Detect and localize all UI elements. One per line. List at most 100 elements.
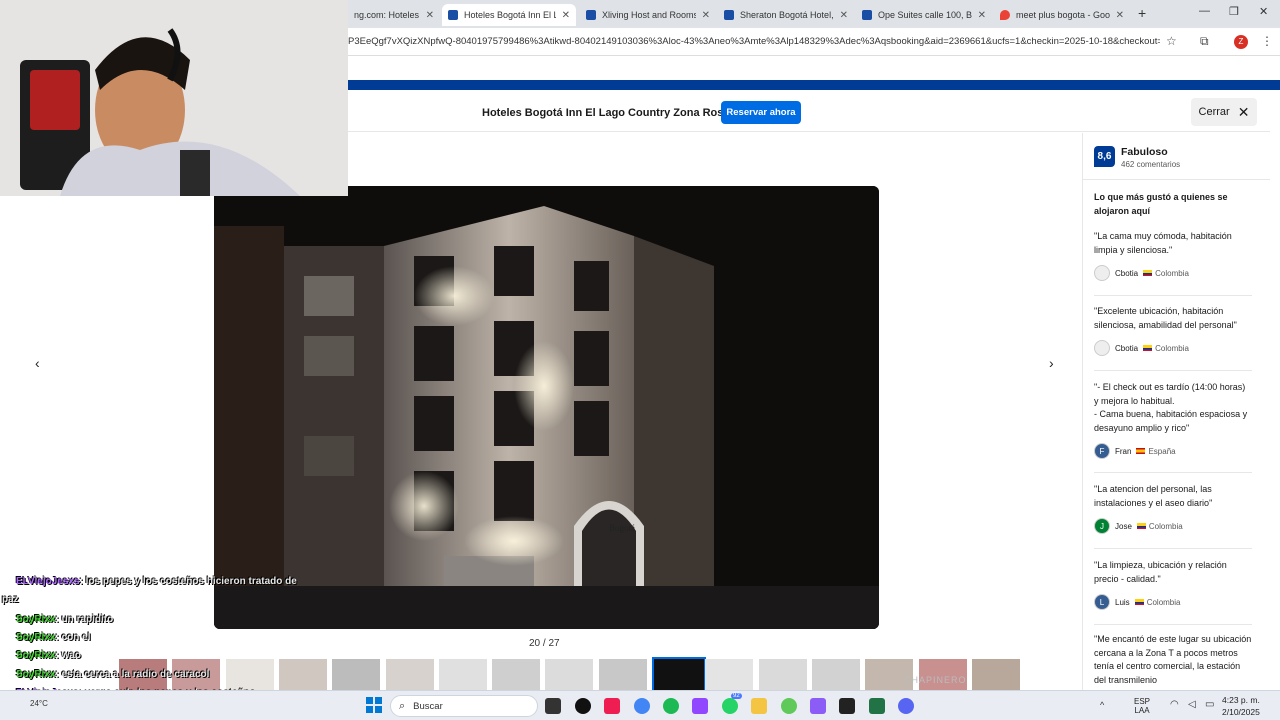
chrome-icon[interactable] [634,698,650,714]
twitch-studio-icon[interactable] [692,698,708,714]
weather-widget[interactable]: 24°C [30,699,48,708]
tab-label: ng.com: Hoteles en [354,10,420,20]
chat-message: SoyRixx: un rapidito [2,614,113,625]
capcut-icon[interactable] [839,698,855,714]
windows-start-icon[interactable] [366,697,384,715]
profile-avatar[interactable]: Z [1234,35,1248,49]
battery-icon[interactable]: ▭ [1205,699,1214,710]
discord-icon[interactable] [898,698,914,714]
reviewer-country: Colombia [1148,521,1183,531]
avatar: L [1094,594,1110,610]
minimize-icon[interactable]: — [1199,5,1210,17]
maps-pin-icon [1000,10,1010,20]
review-item: "Me encantó de este lugar su ubicación c… [1094,633,1252,690]
windows-taskbar: 24°C ⌕ Buscar 92 ^ ESP LAA ◠ ◁ ▭ 4:23 p.… [0,690,1280,720]
close-icon[interactable]: ✕ [702,10,710,21]
review-item: "La cama muy cómoda, habitación limpia y… [1094,230,1252,296]
tab-xliving[interactable]: Xliving Host and Rooms, t ✕ [580,4,716,26]
obs-icon[interactable] [575,698,591,714]
tab-label: Ope Suites calle 100, Bog [878,10,972,20]
clock-time: 4:23 p. m. [1222,695,1260,705]
maximize-icon[interactable]: ❐ [1229,5,1239,18]
reviewer-country: Colombia [1155,268,1189,278]
volume-icon[interactable]: ◁ [1188,699,1196,710]
taskbar-search-input[interactable]: ⌕ Buscar [390,695,538,717]
language-bottom: LAA [1134,706,1150,715]
task-view-icon[interactable] [545,698,561,714]
window-close-icon[interactable]: ✕ [1259,5,1268,18]
close-icon[interactable]: ✕ [426,10,434,21]
url-text[interactable]: P3EeQgf7vXQizXNpfwQ-80401975799486%3Atik… [348,36,1160,47]
chat-text: : wao [55,650,82,661]
divider [1083,179,1270,180]
tab-hoteles-bogota[interactable]: Hoteles Bogotá Inn El Lago ✕ [442,4,576,26]
chat-text: : esta cerca a la radio de caracol [55,669,210,680]
webcam-video-image [0,0,348,196]
reviews-sidebar: 8,6 Fabuloso 462 comentarios Lo que más … [1082,133,1270,690]
review-quote: "Me encantó de este lugar su ubicación c… [1094,634,1252,685]
booking-favicon-icon [862,10,872,20]
tiktok-icon[interactable] [604,698,620,714]
purple-app-icon[interactable] [810,698,826,714]
review-count: 462 comentarios [1121,160,1181,169]
chat-message: SoyRixx: esta cerca a la radio de caraco… [2,669,209,680]
country-flag-icon [1143,345,1153,351]
chat-message: paz [2,594,19,605]
avatar: J [1094,518,1110,534]
reviews-heading: Lo que más gustó a quienes se alojaron a… [1094,192,1228,216]
close-icon[interactable]: ✕ [562,10,570,21]
tab-booking[interactable]: ng.com: Hoteles en ✕ [348,4,440,26]
spotify-icon[interactable] [663,698,679,714]
bookmark-star-icon[interactable]: ☆ [1166,34,1177,48]
chat-username: SoyRixx [16,632,56,643]
chat-username: ELViejoJesxs [16,576,80,587]
tab-ope-suites[interactable]: Ope Suites calle 100, Bog ✕ [856,4,992,26]
wifi-icon[interactable]: ◠ [1170,699,1179,710]
tab-google-maps[interactable]: meet plus bogota - Goog ✕ [994,4,1130,26]
reviewer-country: España [1148,446,1176,456]
tab-label: meet plus bogota - Goog [1016,10,1110,20]
system-clock[interactable]: 4:23 p. m. 2/10/2025 [1222,694,1260,718]
excel-icon[interactable] [869,698,885,714]
chat-text: : un rapidito [55,614,114,625]
review-quote: "La cama muy cómoda, habitación limpia y… [1094,231,1232,255]
language-indicator[interactable]: ESP LAA [1134,697,1150,715]
notification-badge: 92 [731,693,742,699]
show-hidden-icons-icon[interactable]: ^ [1100,700,1104,710]
reviewer-info: Cbotia Colombia [1094,265,1252,281]
hotel-night-facade-image: Bogotá [214,186,879,629]
chat-message: SoyRixx: wao [2,650,81,661]
review-quote: "Excelente ubicación, habitación silenci… [1094,306,1237,330]
reserve-now-button[interactable]: Reservar ahora [721,101,801,124]
previous-photo-arrow-icon[interactable]: ‹ [35,355,40,371]
menu-kebab-icon[interactable]: ⋮ [1261,34,1273,48]
reviewer-info: J Jose Colombia [1094,518,1252,534]
extensions-icon[interactable]: ⧉ [1200,34,1209,49]
chat-text: paz [2,594,19,605]
review-item: "La limpieza, ubicación y relación preci… [1094,559,1252,625]
close-icon[interactable]: ✕ [840,10,848,21]
close-icon[interactable]: ✕ [1116,10,1124,21]
avatar: F [1094,443,1110,459]
main-hotel-photo: Bogotá [214,186,879,629]
file-explorer-icon[interactable] [751,698,767,714]
chat-username: SoyRixx [16,614,56,625]
green-app-icon[interactable] [781,698,797,714]
next-photo-arrow-icon[interactable]: › [1049,355,1054,371]
reviewer-name: Luis [1115,597,1130,607]
tab-sheraton[interactable]: Sheraton Bogotá Hotel, B ✕ [718,4,854,26]
reviewer-info: Cbotia Colombia [1094,340,1252,356]
close-icon[interactable]: ✕ [978,10,986,21]
booking-favicon-icon [586,10,596,20]
close-button-label: Cerrar [1198,106,1230,118]
review-quote: "La limpieza, ubicación y relación preci… [1094,560,1227,584]
whatsapp-icon[interactable] [722,698,738,714]
new-tab-icon[interactable]: + [1138,5,1146,21]
streamer-webcam-overlay [0,0,348,196]
review-item: "- El check out es tardío (14:00 horas) … [1094,381,1252,473]
reviewer-country: Colombia [1146,597,1181,607]
close-gallery-button[interactable]: Cerrar ✕ [1191,98,1257,126]
country-flag-icon [1134,599,1144,605]
photo-counter: 20 / 27 [529,638,560,649]
review-item: "La atencion del personal, las instalaci… [1094,483,1252,549]
